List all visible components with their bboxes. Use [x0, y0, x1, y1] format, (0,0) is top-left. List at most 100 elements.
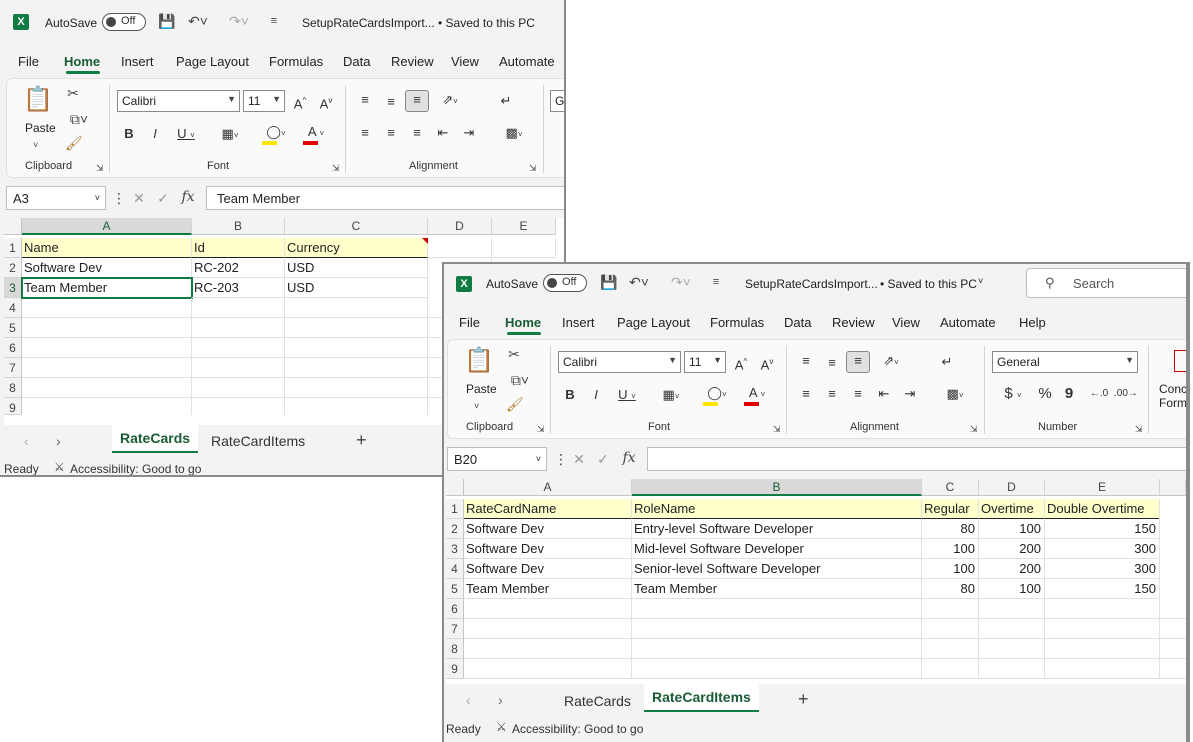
- enter-icon[interactable]: ✓: [154, 190, 172, 206]
- menu-file[interactable]: File: [459, 315, 480, 330]
- cell-c3[interactable]: 100: [922, 539, 979, 559]
- name-box[interactable]: B20 ˅: [447, 447, 547, 471]
- more-icon[interactable]: ⋮: [554, 451, 568, 467]
- column-header-c[interactable]: C: [285, 218, 428, 235]
- save-icon[interactable]: 💾: [600, 274, 618, 290]
- column-header-b[interactable]: B: [192, 218, 285, 235]
- row-header[interactable]: 7: [446, 619, 464, 639]
- function-icon[interactable]: fx: [178, 189, 198, 205]
- align-top-icon[interactable]: ≡: [798, 352, 814, 370]
- paste-icon[interactable]: 📋: [464, 346, 494, 376]
- cell-e3[interactable]: 300: [1045, 539, 1160, 559]
- row-header[interactable]: 4: [4, 298, 22, 318]
- add-sheet-icon[interactable]: +: [356, 431, 367, 449]
- accessibility-icon[interactable]: ⚔: [54, 459, 65, 475]
- font-name-dropdown[interactable]: Calibri ▼: [117, 90, 240, 112]
- fill-color-icon[interactable]: ◯˅: [700, 384, 734, 406]
- sheet-tab-ratecards[interactable]: RateCards: [112, 425, 199, 453]
- row-header[interactable]: 3: [446, 539, 464, 559]
- cell-a1[interactable]: RateCardName: [464, 499, 632, 519]
- italic-icon[interactable]: I: [148, 125, 162, 143]
- paste-label[interactable]: Paste: [466, 382, 497, 396]
- cell-c5[interactable]: 80: [922, 579, 979, 599]
- cut-icon[interactable]: ✂: [65, 85, 81, 101]
- cell-d1[interactable]: [428, 238, 492, 258]
- orientation-icon[interactable]: ⇗˅: [435, 91, 465, 111]
- column-header-d[interactable]: D: [428, 218, 492, 235]
- merge-center-icon[interactable]: ▩˅: [938, 385, 972, 405]
- row-header[interactable]: 1: [4, 238, 22, 258]
- file-title[interactable]: SetupRateCardsImport...: [302, 16, 435, 30]
- decrease-font-icon[interactable]: Av: [317, 92, 335, 113]
- cell-c3[interactable]: USD: [285, 278, 428, 298]
- scroll-right-icon[interactable]: ›: [498, 692, 503, 708]
- menu-insert[interactable]: Insert: [562, 315, 595, 330]
- align-middle-icon[interactable]: ≡: [383, 93, 399, 111]
- increase-font-icon[interactable]: A^: [732, 353, 750, 374]
- paste-icon[interactable]: 📋: [23, 85, 53, 115]
- menu-help[interactable]: Help: [1019, 315, 1046, 330]
- bold-icon[interactable]: B: [122, 125, 136, 143]
- undo-icon[interactable]: ↶˅: [628, 274, 650, 290]
- accessibility-icon[interactable]: ⚔: [496, 719, 507, 735]
- row-header[interactable]: 1: [446, 499, 464, 519]
- align-bottom-icon[interactable]: ≡: [846, 351, 870, 373]
- row-header[interactable]: 8: [446, 639, 464, 659]
- accessibility-status[interactable]: Accessibility: Good to go: [512, 722, 643, 736]
- sheet-tab-ratecarditems[interactable]: RateCardItems: [644, 684, 759, 712]
- column-header-e[interactable]: E: [492, 218, 556, 235]
- cut-icon[interactable]: ✂: [506, 346, 522, 362]
- menu-page-layout[interactable]: Page Layout: [617, 315, 690, 330]
- menu-review[interactable]: Review: [832, 315, 875, 330]
- menu-page-layout[interactable]: Page Layout: [176, 54, 249, 69]
- cell-a5[interactable]: Team Member: [464, 579, 632, 599]
- fill-color-icon[interactable]: ◯˅: [259, 123, 293, 145]
- menu-view[interactable]: View: [892, 315, 920, 330]
- currency-icon[interactable]: $ ˅: [996, 385, 1030, 405]
- align-bottom-icon[interactable]: ≡: [405, 90, 429, 112]
- row-header[interactable]: 9: [446, 659, 464, 679]
- menu-home[interactable]: Home: [505, 315, 541, 330]
- increase-indent-icon[interactable]: ⇥: [902, 385, 918, 403]
- autosave-toggle[interactable]: Off: [543, 274, 587, 292]
- row-header[interactable]: 3: [4, 278, 22, 298]
- save-icon[interactable]: 💾: [158, 13, 176, 29]
- formula-input[interactable]: Team Member: [206, 186, 564, 210]
- scroll-right-icon[interactable]: ›: [56, 433, 61, 449]
- scroll-left-icon[interactable]: ‹: [24, 433, 29, 449]
- italic-icon[interactable]: I: [589, 386, 603, 404]
- cell-b5[interactable]: Team Member: [632, 579, 922, 599]
- wrap-text-icon[interactable]: ↵: [497, 92, 515, 110]
- cancel-icon[interactable]: ✕: [130, 190, 148, 206]
- increase-indent-icon[interactable]: ⇥: [461, 124, 477, 142]
- font-launcher-icon[interactable]: ⇲: [332, 160, 340, 176]
- name-box[interactable]: A3 ˅: [6, 186, 106, 210]
- underline-icon[interactable]: U ˅: [614, 386, 640, 406]
- alignment-launcher-icon[interactable]: ⇲: [970, 421, 978, 437]
- menu-view[interactable]: View: [451, 54, 479, 69]
- cell-b2[interactable]: RC-202: [192, 258, 285, 278]
- font-name-dropdown[interactable]: Calibri ▼: [558, 351, 681, 373]
- autosave-toggle[interactable]: Off: [102, 13, 146, 31]
- menu-file[interactable]: File: [18, 54, 39, 69]
- cell-e1[interactable]: Double Overtime: [1045, 499, 1160, 519]
- function-icon[interactable]: fx: [619, 450, 639, 466]
- cell-b1[interactable]: RoleName: [632, 499, 922, 519]
- decrease-indent-icon[interactable]: ⇤: [876, 385, 892, 403]
- align-left-icon[interactable]: ≡: [798, 385, 814, 403]
- align-right-icon[interactable]: ≡: [850, 385, 866, 403]
- format-painter-icon[interactable]: 🖌: [506, 396, 524, 412]
- cell-b3[interactable]: Mid-level Software Developer: [632, 539, 922, 559]
- font-color-icon[interactable]: A ˅: [301, 123, 331, 145]
- more-icon[interactable]: ⋮: [112, 190, 126, 206]
- cell-c1[interactable]: Currency: [285, 238, 428, 258]
- cell-d5[interactable]: 100: [979, 579, 1045, 599]
- decrease-font-icon[interactable]: Av: [758, 353, 776, 374]
- column-header-b[interactable]: B: [632, 479, 922, 496]
- formula-input[interactable]: [647, 447, 1186, 471]
- customize-qat-icon[interactable]: ≡: [266, 13, 282, 29]
- menu-review[interactable]: Review: [391, 54, 434, 69]
- cell-e4[interactable]: 300: [1045, 559, 1160, 579]
- chevron-down-icon[interactable]: ˅: [978, 276, 983, 286]
- paste-dropdown-icon[interactable]: ˅: [33, 137, 38, 153]
